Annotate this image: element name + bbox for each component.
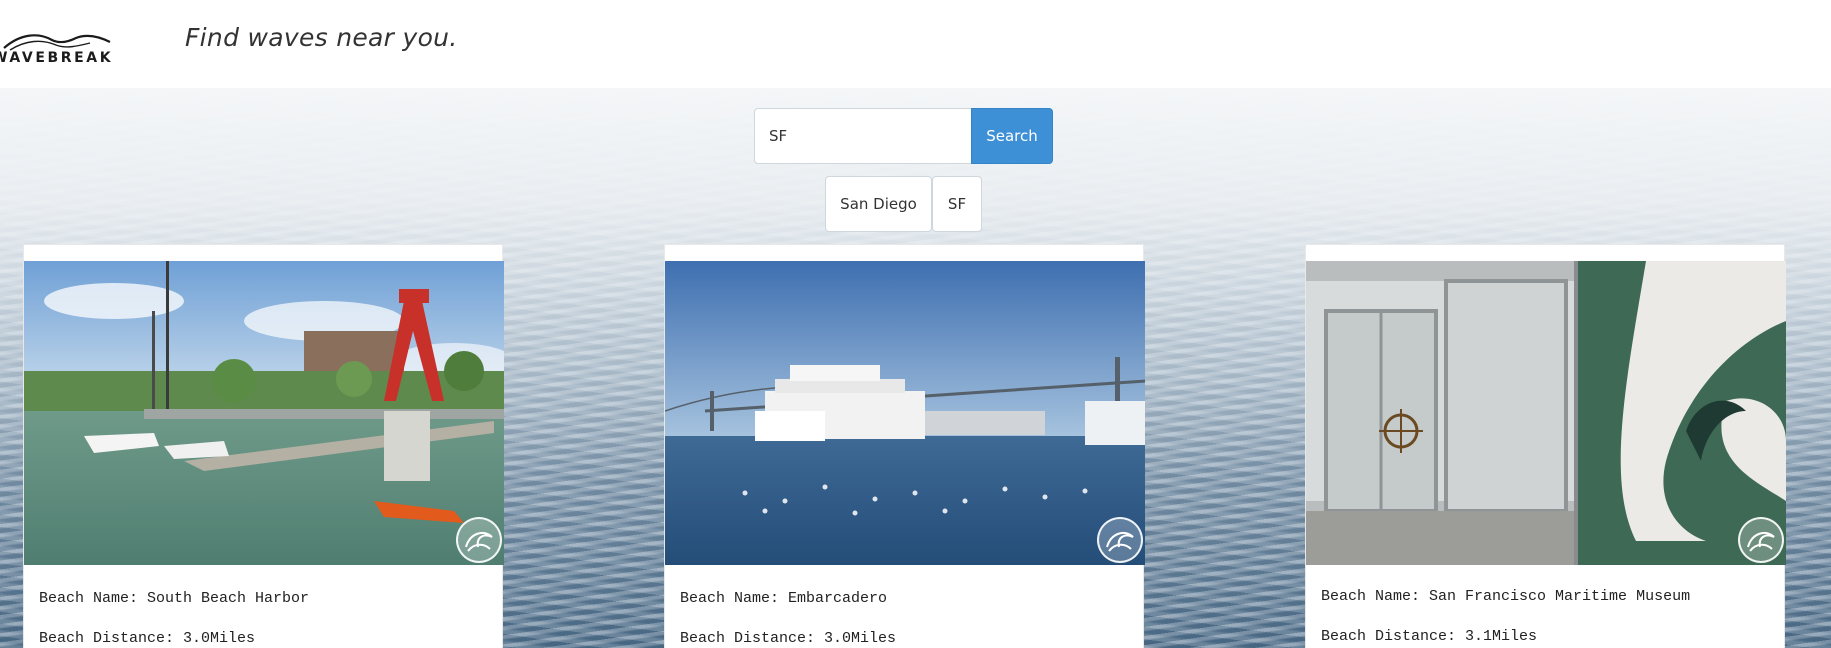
search-input[interactable] [754, 108, 972, 164]
recent-search-chip[interactable]: San Diego [825, 176, 932, 232]
beach-photo [1306, 261, 1786, 565]
logo-text: WAVEBREAK [0, 50, 114, 66]
beach-distance: Beach Distance: 3.0Miles [39, 630, 256, 647]
wavebreak-logo[interactable]: WAVEBREAK [0, 26, 132, 68]
recent-search-chip[interactable]: SF [932, 176, 982, 232]
wave-badge-icon [1097, 517, 1143, 563]
beach-name: Beach Name: Embarcadero [680, 590, 888, 607]
beach-card[interactable]: Beach Name: San Francisco Maritime Museu… [1305, 244, 1786, 648]
beach-photo [24, 261, 504, 565]
beach-name: Beach Name: San Francisco Maritime Museu… [1321, 588, 1691, 605]
wave-badge-icon [456, 517, 502, 563]
tagline: Find waves near you. [185, 23, 458, 52]
beach-distance: Beach Distance: 3.0Miles [680, 630, 897, 647]
search-button[interactable]: Search [971, 108, 1053, 164]
wave-badge-icon [1738, 517, 1784, 563]
site-header: WAVEBREAK Find waves near you. [0, 0, 1831, 88]
beach-distance: Beach Distance: 3.1Miles [1321, 628, 1538, 645]
beach-card[interactable]: Beach Name: Embarcadero Beach Distance: … [664, 244, 1145, 648]
beach-card[interactable]: Beach Name: South Beach Harbor Beach Dis… [23, 244, 504, 648]
beach-photo [665, 261, 1145, 565]
beach-name: Beach Name: South Beach Harbor [39, 590, 310, 607]
